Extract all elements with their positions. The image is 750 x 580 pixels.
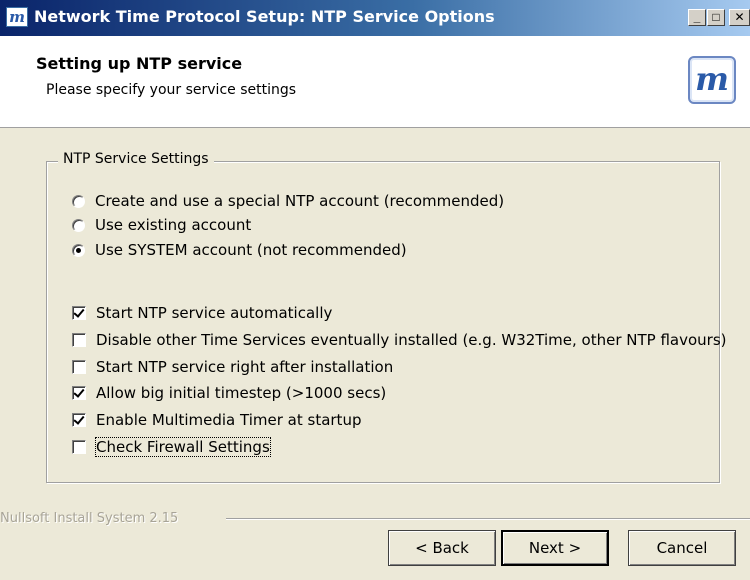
radio-existing-account[interactable]: Use existing account bbox=[72, 214, 251, 236]
checkbox-disable-other-services[interactable]: Disable other Time Services eventually i… bbox=[72, 329, 726, 351]
checkbox[interactable] bbox=[72, 386, 86, 400]
page-subtitle: Please specify your service settings bbox=[46, 82, 297, 98]
checkbox-big-timestep[interactable]: Allow big initial timestep (>1000 secs) bbox=[72, 382, 386, 404]
title-bar[interactable]: m Network Time Protocol Setup: NTP Servi… bbox=[0, 0, 750, 36]
checkbox[interactable] bbox=[72, 360, 86, 374]
checkbox-start-after-install[interactable]: Start NTP service right after installati… bbox=[72, 356, 393, 378]
cancel-button[interactable]: Cancel bbox=[628, 530, 736, 566]
radio-special-account[interactable]: Create and use a special NTP account (re… bbox=[72, 190, 504, 212]
checkbox-multimedia-timer[interactable]: Enable Multimedia Timer at startup bbox=[72, 409, 361, 431]
checkbox[interactable] bbox=[72, 413, 86, 427]
cancel-button-label: Cancel bbox=[656, 539, 708, 557]
checkbox-label: Start NTP service right after installati… bbox=[96, 358, 394, 376]
header-panel: Setting up NTP service Please specify yo… bbox=[0, 36, 750, 128]
checkbox-label: Check Firewall Settings bbox=[95, 437, 271, 457]
checkbox-label: Allow big initial timestep (>1000 secs) bbox=[96, 384, 387, 402]
checkbox-label: Disable other Time Services eventually i… bbox=[96, 331, 727, 349]
radio-label: Use existing account bbox=[95, 216, 252, 234]
radio-label: Create and use a special NTP account (re… bbox=[95, 192, 505, 210]
radio-label: Use SYSTEM account (not recommended) bbox=[95, 241, 407, 259]
radio-button[interactable] bbox=[72, 243, 85, 257]
back-button-label: < Back bbox=[415, 539, 469, 557]
minimize-icon[interactable]: _ bbox=[688, 9, 706, 26]
m-logo-icon: m bbox=[688, 56, 736, 104]
maximize-icon[interactable]: □ bbox=[707, 9, 725, 26]
m-logo-icon[interactable]: m bbox=[6, 7, 28, 27]
page-title: Setting up NTP service bbox=[36, 54, 243, 73]
checkbox[interactable] bbox=[72, 333, 86, 347]
radio-button[interactable] bbox=[72, 194, 85, 208]
radio-button[interactable] bbox=[72, 218, 85, 232]
checkbox-firewall-settings[interactable]: Check Firewall Settings bbox=[72, 436, 271, 458]
checkbox-label: Start NTP service automatically bbox=[96, 304, 333, 322]
checkbox-label: Enable Multimedia Timer at startup bbox=[96, 411, 362, 429]
close-icon[interactable]: ✕ bbox=[729, 9, 750, 26]
next-button[interactable]: Next > bbox=[501, 530, 609, 566]
footer-divider bbox=[226, 518, 750, 520]
installer-brand: Nullsoft Install System 2.15 bbox=[0, 511, 179, 526]
checkbox[interactable] bbox=[72, 306, 86, 320]
radio-system-account[interactable]: Use SYSTEM account (not recommended) bbox=[72, 239, 407, 261]
window-title: Network Time Protocol Setup: NTP Service… bbox=[34, 7, 495, 26]
next-button-label: Next > bbox=[528, 539, 582, 557]
checkbox-start-auto[interactable]: Start NTP service automatically bbox=[72, 302, 332, 324]
group-legend: NTP Service Settings bbox=[58, 151, 214, 167]
checkbox[interactable] bbox=[72, 440, 86, 454]
back-button[interactable]: < Back bbox=[388, 530, 496, 566]
